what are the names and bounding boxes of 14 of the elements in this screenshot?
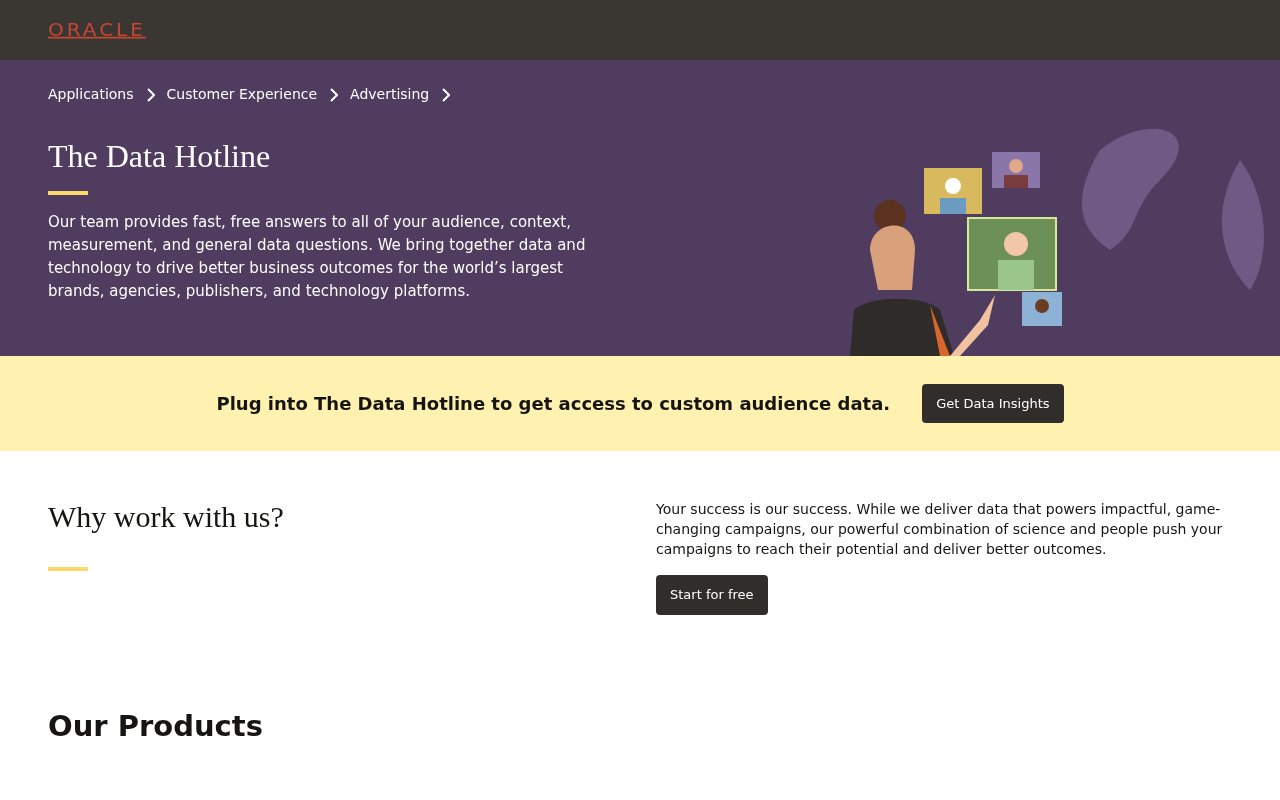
breadcrumb-link[interactable]: Applications <box>48 84 134 105</box>
chevron-right-icon <box>441 87 451 102</box>
page-title: The Data Hotline <box>48 137 272 176</box>
get-insights-button[interactable]: Get Data Insights <box>922 383 1064 424</box>
banner-text: Plug into The Data Hotline to get access to custom audience data. <box>216 392 891 416</box>
section-heading: Our Products <box>48 708 264 744</box>
breadcrumb-link[interactable]: Customer Experience <box>166 84 318 105</box>
chevron-right-icon <box>329 87 339 102</box>
section-title: Why work with us? <box>48 499 285 535</box>
hero-description: Our team provides fast, free answers to all of your audience, context, measurement, and general data questions. We bring together data and technology to drive better business outcomes for the world’s largest brands, agencies, publishers, and technology platforms. <box>48 212 587 303</box>
chevron-right-icon <box>145 87 155 102</box>
section-description: Your success is our success. While we deliver data that powers impactful, game-changing campaigns, our powerful combination of science and people push your campaigns to reach their potential and deliver better outcomes. <box>656 500 1224 559</box>
start-free-button[interactable]: Start for free <box>656 575 768 615</box>
breadcrumb-link[interactable]: Advertising <box>350 84 430 105</box>
